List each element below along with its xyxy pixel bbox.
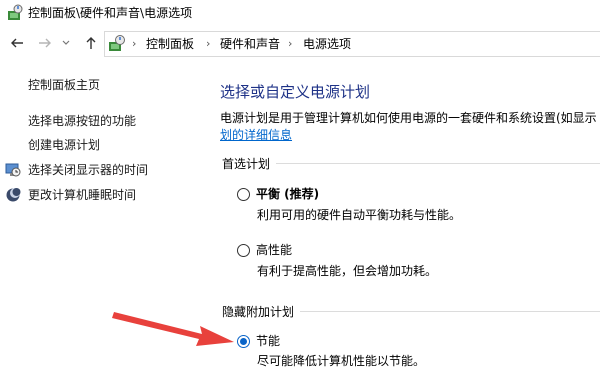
monitor-clock-icon — [5, 163, 21, 177]
sidebar-item-display-timeout[interactable]: 选择关闭显示器的时间 — [28, 162, 148, 178]
sidebar-item-create-plan[interactable]: 创建电源计划 — [28, 137, 100, 153]
power-options-icon — [8, 4, 23, 20]
preferred-plans-label: 首选计划 — [222, 156, 277, 172]
plan-name-balanced[interactable]: 平衡 (推荐) — [256, 186, 319, 202]
window-title: 控制面板\硬件和声音\电源选项 — [28, 6, 193, 20]
plan-desc-power-saver: 尽可能降低计算机性能以节能。 — [257, 354, 426, 368]
page-description: 电源计划是用于管理计算机如何使用电源的一套硬件和系统设置(如显示 — [220, 111, 597, 125]
plan-name-high-performance[interactable]: 高性能 — [256, 242, 292, 258]
chevron-down-icon[interactable] — [60, 34, 72, 52]
plan-desc-balanced: 利用可用的硬件自动平衡功耗与性能。 — [257, 208, 462, 222]
breadcrumb-power-options[interactable]: 电源选项 — [303, 36, 351, 52]
moon-icon — [6, 188, 21, 202]
breadcrumb-hardware-sound[interactable]: 硬件和声音 — [220, 36, 280, 52]
title-bar: 控制面板\硬件和声音\电源选项 — [0, 0, 600, 28]
sidebar-item-sleep-time[interactable]: 更改计算机睡眠时间 — [28, 187, 136, 203]
group-divider — [222, 163, 600, 164]
navigation-toolbar: › 控制面板 › 硬件和声音 › 电源选项 — [0, 28, 600, 60]
main-content: 选择或自定义电源计划 电源计划是用于管理计算机如何使用电源的一套硬件和系统设置(… — [200, 60, 600, 385]
breadcrumb-control-panel[interactable]: 控制面板 — [146, 36, 194, 52]
address-bar[interactable]: › 控制面板 › 硬件和声音 › 电源选项 — [104, 31, 600, 57]
back-arrow-icon[interactable] — [8, 34, 26, 52]
sidebar-item-home[interactable]: 控制面板主页 — [28, 77, 100, 93]
sidebar-item-power-button[interactable]: 选择电源按钮的功能 — [28, 113, 136, 129]
breadcrumb-separator[interactable]: › — [288, 36, 292, 52]
plan-desc-high-performance: 有利于提高性能，但会增加功耗。 — [257, 264, 438, 278]
plan-radio-balanced[interactable] — [237, 188, 250, 201]
power-options-icon — [109, 35, 125, 51]
breadcrumb-separator[interactable]: › — [206, 36, 210, 52]
plan-radio-high-performance[interactable] — [237, 244, 250, 257]
up-arrow-icon[interactable] — [82, 34, 100, 52]
page-title: 选择或自定义电源计划 — [220, 83, 371, 101]
forward-arrow-icon[interactable] — [36, 34, 54, 52]
breadcrumb-separator[interactable]: › — [132, 36, 136, 52]
plan-name-power-saver[interactable]: 节能 — [256, 333, 280, 349]
plan-details-link[interactable]: 划的详细信息 — [220, 127, 292, 144]
annotation-arrow — [112, 312, 234, 346]
